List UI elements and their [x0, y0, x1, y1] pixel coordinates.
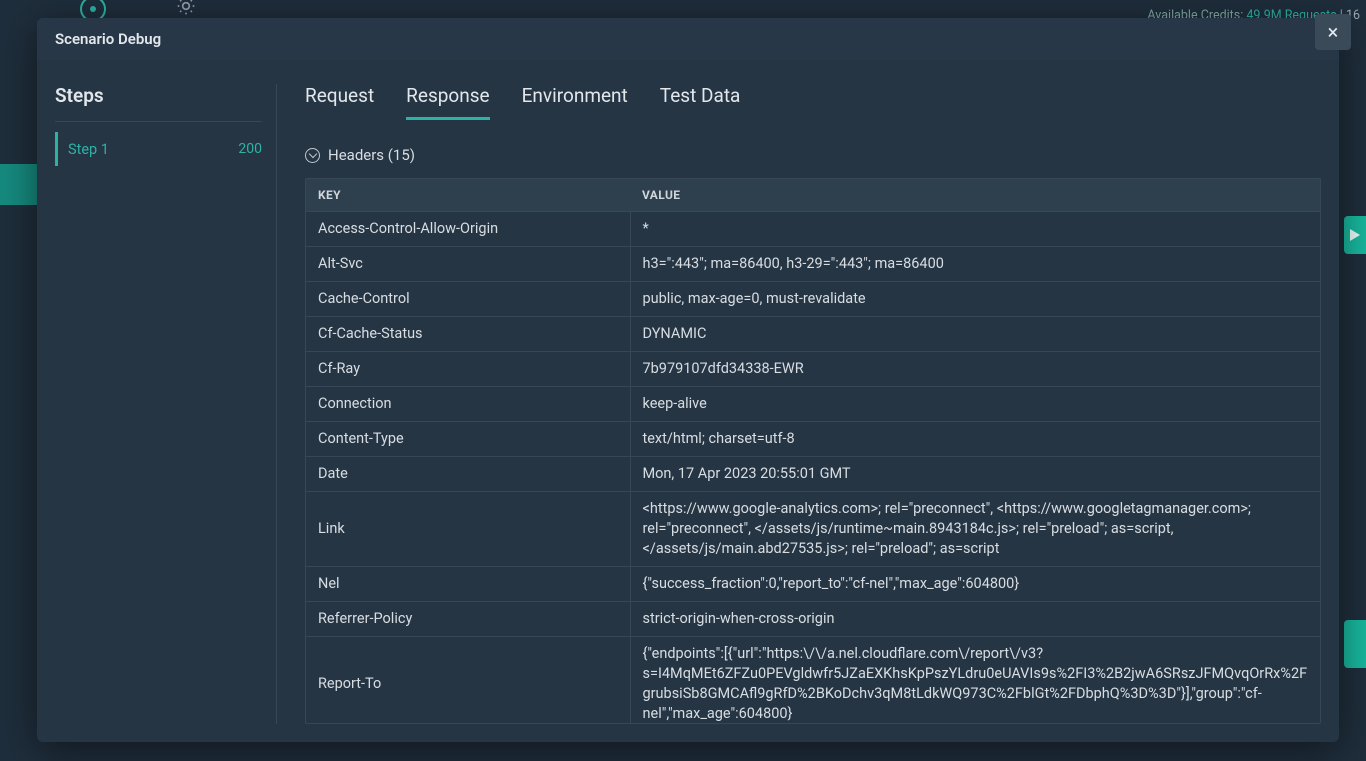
table-row: Link<https://www.google-analytics.com>; … — [306, 492, 1320, 567]
table-row: Cf-Ray7b979107dfd34338-EWR — [306, 352, 1320, 387]
header-key: Cf-Cache-Status — [306, 317, 630, 352]
sidebar-nav-item[interactable]: rd — [0, 20, 38, 61]
table-row: Access-Control-Allow-Origin* — [306, 212, 1320, 247]
col-key: KEY — [306, 179, 630, 212]
secondary-action-button[interactable] — [1344, 620, 1366, 668]
header-key: Alt-Svc — [306, 247, 630, 282]
table-row: Alt-Svch3=":443"; ma=86400, h3-29=":443"… — [306, 247, 1320, 282]
run-button[interactable] — [1344, 216, 1366, 254]
table-row: DateMon, 17 Apr 2023 20:55:01 GMT — [306, 457, 1320, 492]
table-row: Cf-Cache-StatusDYNAMIC — [306, 317, 1320, 352]
table-row: Content-Typetext/html; charset=utf-8 — [306, 422, 1320, 457]
sidebar-nav-item[interactable]: ans — [0, 164, 38, 205]
header-value: DYNAMIC — [630, 317, 1320, 352]
header-value: public, max-age=0, must-revalidate — [630, 282, 1320, 317]
sidebar-nav-item[interactable]: esults — [0, 212, 38, 253]
header-key: Cf-Ray — [306, 352, 630, 387]
header-key: Date — [306, 457, 630, 492]
sidebar-nav-item[interactable]: Help — [0, 497, 38, 538]
steps-panel: Steps Step 1 200 — [55, 84, 277, 724]
header-key: Access-Control-Allow-Origin — [306, 212, 630, 247]
modal-title: Scenario Debug — [55, 30, 161, 48]
step-item[interactable]: Step 1 200 — [55, 132, 262, 166]
header-key: Nel — [306, 567, 630, 602]
table-row: Connectionkeep-alive — [306, 387, 1320, 422]
header-key: Connection — [306, 387, 630, 422]
header-value: h3=":443"; ma=86400, h3-29=":443"; ma=86… — [630, 247, 1320, 282]
headers-table: KEY VALUE Access-Control-Allow-Origin*Al… — [306, 179, 1320, 724]
sidebar-nav-item[interactable]: ata — [0, 308, 38, 349]
table-row: Report-To{"endpoints":[{"url":"https:\/\… — [306, 637, 1320, 725]
sidebar-nav-item[interactable]: est — [0, 116, 38, 157]
modal-titlebar: Scenario Debug — [37, 18, 1339, 60]
headers-section-label: Headers (15) — [328, 146, 415, 164]
header-value: {"endpoints":[{"url":"https:\/\/a.nel.cl… — [630, 637, 1320, 725]
header-key: Referrer-Policy — [306, 602, 630, 637]
header-value: <https://www.google-analytics.com>; rel=… — [630, 492, 1320, 567]
table-row: Cache-Controlpublic, max-age=0, must-rev… — [306, 282, 1320, 317]
step-status: 200 — [238, 141, 262, 157]
sidebar-nav-item[interactable]: st — [0, 68, 38, 109]
table-row: Referrer-Policystrict-origin-when-cross-… — [306, 602, 1320, 637]
tab-environment[interactable]: Environment — [522, 84, 628, 120]
tab-bar: Request Response Environment Test Data — [305, 84, 1321, 120]
headers-section-toggle[interactable]: Headers (15) — [305, 146, 1321, 164]
tab-request[interactable]: Request — [305, 84, 374, 120]
header-value: Mon, 17 Apr 2023 20:55:01 GMT — [630, 457, 1320, 492]
steps-heading: Steps — [55, 84, 262, 122]
header-key: Cache-Control — [306, 282, 630, 317]
content-panel: Request Response Environment Test Data Head… — [277, 84, 1339, 724]
tab-test-data[interactable]: Test Data — [660, 84, 741, 120]
header-key: Content-Type — [306, 422, 630, 457]
table-row: Nel{"success_fraction":0,"report_to":"cf… — [306, 567, 1320, 602]
sidebar: rd st est ans esults nmer ata Test Help — [0, 20, 38, 761]
header-value: keep-alive — [630, 387, 1320, 422]
header-value: 7b979107dfd34338-EWR — [630, 352, 1320, 387]
scenario-debug-modal: Scenario Debug × Steps Step 1 200 Request… — [37, 18, 1339, 742]
header-key: Link — [306, 492, 630, 567]
col-value: VALUE — [630, 179, 1320, 212]
step-label: Step 1 — [68, 141, 109, 158]
sidebar-nav-item[interactable]: nmer — [0, 260, 38, 301]
collapse-icon — [305, 148, 320, 163]
close-button[interactable]: × — [1315, 14, 1351, 50]
header-value: * — [630, 212, 1320, 247]
header-value: {"success_fraction":0,"report_to":"cf-ne… — [630, 567, 1320, 602]
topbar: Available Credits: 49.9M Requests | 16 — [0, 0, 1366, 20]
header-key: Report-To — [306, 637, 630, 725]
sidebar-nav-item[interactable]: Test — [0, 356, 38, 397]
header-value: strict-origin-when-cross-origin — [630, 602, 1320, 637]
tab-response[interactable]: Response — [406, 84, 489, 120]
headers-table-wrap[interactable]: KEY VALUE Access-Control-Allow-Origin*Al… — [305, 178, 1321, 724]
close-icon: × — [1328, 20, 1339, 44]
header-value: text/html; charset=utf-8 — [630, 422, 1320, 457]
